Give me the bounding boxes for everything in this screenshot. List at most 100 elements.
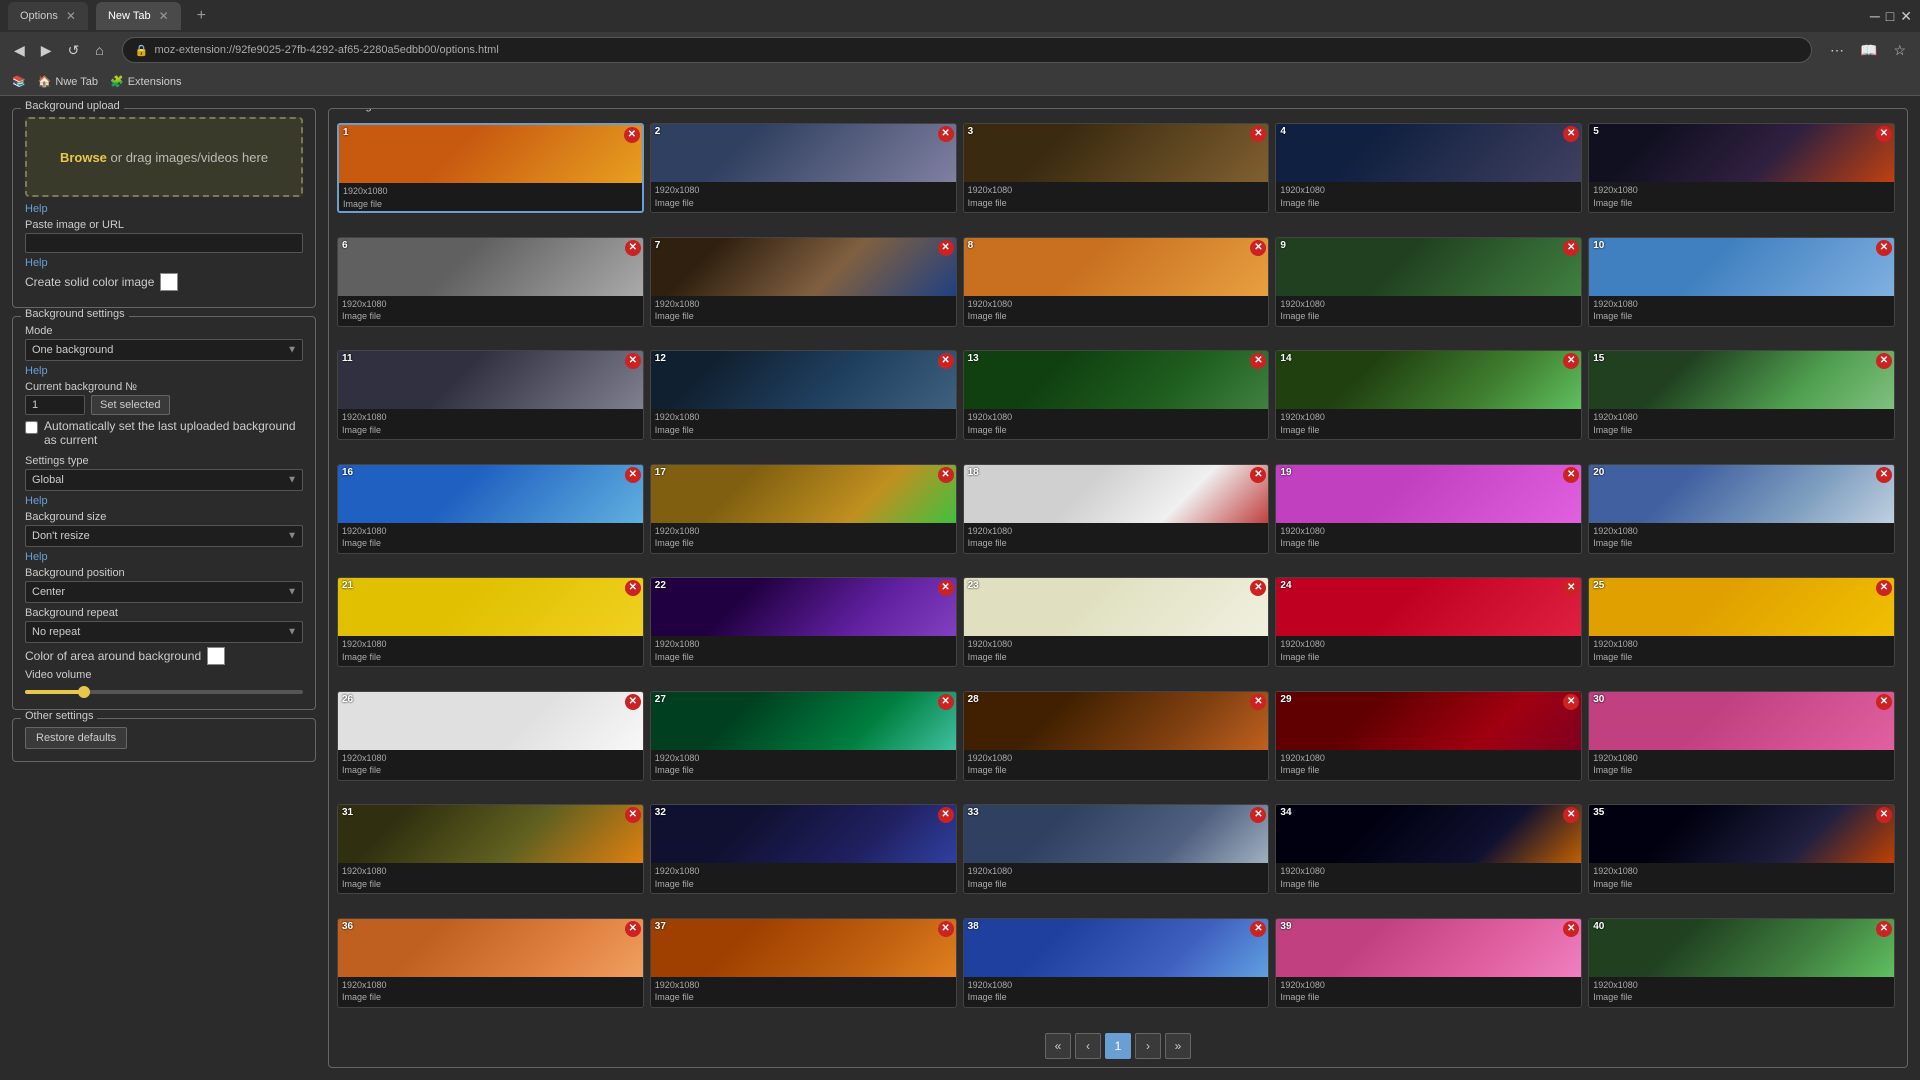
bg-thumb-close-21[interactable]: ✕ <box>625 580 641 596</box>
bg-thumb-close-2[interactable]: ✕ <box>938 126 954 142</box>
solid-color-swatch[interactable] <box>160 273 178 291</box>
bg-thumb-21[interactable]: 21 ✕ 1920x1080 Image file Move Preview <box>337 577 644 667</box>
bg-thumb-close-1[interactable]: ✕ <box>624 127 640 143</box>
upload-dropzone[interactable]: Browse or drag images/videos here <box>25 117 303 197</box>
bg-thumb-19[interactable]: 19 ✕ 1920x1080 Image file Move Preview <box>1275 464 1582 554</box>
bg-thumb-close-37[interactable]: ✕ <box>938 921 954 937</box>
bg-thumb-35[interactable]: 35 ✕ 1920x1080 Image file Move Preview <box>1588 804 1895 894</box>
bg-thumb-close-39[interactable]: ✕ <box>1563 921 1579 937</box>
tab-options[interactable]: Options ✕ <box>8 2 88 30</box>
bg-thumb-close-9[interactable]: ✕ <box>1563 240 1579 256</box>
mode-select[interactable]: One background Slideshow Random <box>25 339 303 361</box>
bg-thumb-9[interactable]: 9 ✕ 1920x1080 Image file Move Preview <box>1275 237 1582 327</box>
bg-thumb-close-5[interactable]: ✕ <box>1876 126 1892 142</box>
bg-thumb-close-28[interactable]: ✕ <box>1250 694 1266 710</box>
page-last-button[interactable]: » <box>1165 1033 1191 1059</box>
bg-thumb-close-20[interactable]: ✕ <box>1876 467 1892 483</box>
set-selected-button[interactable]: Set selected <box>91 395 170 415</box>
address-bar[interactable]: 🔒 moz-extension://92fe9025-27fb-4292-af6… <box>122 37 1812 63</box>
bg-repeat-select[interactable]: No repeat Repeat Repeat X Repeat Y <box>25 621 303 643</box>
page-first-button[interactable]: « <box>1045 1033 1071 1059</box>
bg-thumb-25[interactable]: 25 ✕ 1920x1080 Image file Move Preview <box>1588 577 1895 667</box>
bg-thumb-27[interactable]: 27 ✕ 1920x1080 Image file Move Preview <box>650 691 957 781</box>
browse-link[interactable]: Browse <box>60 150 107 165</box>
bg-thumb-15[interactable]: 15 ✕ 1920x1080 Image file Move Preview <box>1588 350 1895 440</box>
bg-thumb-1[interactable]: 1 ✕ 1920x1080 Image file Move Preview <box>337 123 644 213</box>
close-button[interactable]: ✕ <box>1900 8 1912 25</box>
bg-thumb-13[interactable]: 13 ✕ 1920x1080 Image file Move Preview <box>963 350 1270 440</box>
color-area-swatch[interactable] <box>207 647 225 665</box>
bookmark-button[interactable]: ☆ <box>1887 38 1912 63</box>
bg-thumb-close-7[interactable]: ✕ <box>938 240 954 256</box>
current-bg-input[interactable] <box>25 395 85 415</box>
bg-thumb-30[interactable]: 30 ✕ 1920x1080 Image file Move Preview <box>1588 691 1895 781</box>
page-next-button[interactable]: › <box>1135 1033 1161 1059</box>
bg-thumb-close-30[interactable]: ✕ <box>1876 694 1892 710</box>
bg-thumb-23[interactable]: 23 ✕ 1920x1080 Image file Move Preview <box>963 577 1270 667</box>
bg-thumb-close-19[interactable]: ✕ <box>1563 467 1579 483</box>
bg-thumb-close-17[interactable]: ✕ <box>938 467 954 483</box>
bg-thumb-12[interactable]: 12 ✕ 1920x1080 Image file Move Preview <box>650 350 957 440</box>
bg-thumb-close-27[interactable]: ✕ <box>938 694 954 710</box>
bg-thumb-5[interactable]: 5 ✕ 1920x1080 Image file Move Preview <box>1588 123 1895 213</box>
bookmark-extensions[interactable]: 🧩 Extensions <box>110 75 182 88</box>
bg-thumb-close-12[interactable]: ✕ <box>938 353 954 369</box>
bg-thumb-24[interactable]: 24 ✕ 1920x1080 Image file Move Preview <box>1275 577 1582 667</box>
bg-thumb-6[interactable]: 6 ✕ 1920x1080 Image file Move Preview <box>337 237 644 327</box>
reader-button[interactable]: 📖 <box>1854 38 1883 63</box>
tab-options-close[interactable]: ✕ <box>66 9 76 23</box>
video-volume-slider[interactable] <box>25 690 303 694</box>
reload-button[interactable]: ↺ <box>62 38 86 63</box>
bg-thumb-37[interactable]: 37 ✕ 1920x1080 Image file Move Preview <box>650 918 957 1008</box>
bg-thumb-close-25[interactable]: ✕ <box>1876 580 1892 596</box>
bg-thumb-close-29[interactable]: ✕ <box>1563 694 1579 710</box>
home-button[interactable]: ⌂ <box>89 38 109 62</box>
bg-thumb-2[interactable]: 2 ✕ 1920x1080 Image file Move Preview <box>650 123 957 213</box>
back-button[interactable]: ◀ <box>8 38 31 63</box>
bg-thumb-4[interactable]: 4 ✕ 1920x1080 Image file Move Preview <box>1275 123 1582 213</box>
settings-type-help-link[interactable]: Help <box>25 495 303 507</box>
bg-thumb-3[interactable]: 3 ✕ 1920x1080 Image file Move Preview <box>963 123 1270 213</box>
bg-thumb-10[interactable]: 10 ✕ 1920x1080 Image file Move Preview <box>1588 237 1895 327</box>
bg-thumb-17[interactable]: 17 ✕ 1920x1080 Image file Move Preview <box>650 464 957 554</box>
bg-thumb-close-8[interactable]: ✕ <box>1250 240 1266 256</box>
bg-thumb-close-40[interactable]: ✕ <box>1876 921 1892 937</box>
bg-thumb-29[interactable]: 29 ✕ 1920x1080 Image file Move Preview <box>1275 691 1582 781</box>
bg-thumb-38[interactable]: 38 ✕ 1920x1080 Image file Move Preview <box>963 918 1270 1008</box>
paste-input[interactable] <box>25 233 303 253</box>
paste-help-link[interactable]: Help <box>25 257 303 269</box>
page-prev-button[interactable]: ‹ <box>1075 1033 1101 1059</box>
bg-thumb-close-32[interactable]: ✕ <box>938 807 954 823</box>
bg-thumb-40[interactable]: 40 ✕ 1920x1080 Image file Move Preview <box>1588 918 1895 1008</box>
forward-button[interactable]: ▶ <box>35 38 58 63</box>
bg-thumb-22[interactable]: 22 ✕ 1920x1080 Image file Move Preview <box>650 577 957 667</box>
bg-size-help-link[interactable]: Help <box>25 551 303 563</box>
bg-thumb-26[interactable]: 26 ✕ 1920x1080 Image file Move Preview <box>337 691 644 781</box>
bg-thumb-34[interactable]: 34 ✕ 1920x1080 Image file Move Preview <box>1275 804 1582 894</box>
bg-thumb-close-31[interactable]: ✕ <box>625 807 641 823</box>
upload-help-link[interactable]: Help <box>25 203 303 215</box>
bg-thumb-16[interactable]: 16 ✕ 1920x1080 Image file Move Preview <box>337 464 644 554</box>
bg-thumb-11[interactable]: 11 ✕ 1920x1080 Image file Move Preview <box>337 350 644 440</box>
settings-help-link[interactable]: Help <box>25 365 303 377</box>
bg-thumb-close-36[interactable]: ✕ <box>625 921 641 937</box>
tab-newtab[interactable]: New Tab ✕ <box>96 2 181 30</box>
bg-thumb-14[interactable]: 14 ✕ 1920x1080 Image file Move Preview <box>1275 350 1582 440</box>
bg-thumb-36[interactable]: 36 ✕ 1920x1080 Image file Move Preview <box>337 918 644 1008</box>
bg-thumb-7[interactable]: 7 ✕ 1920x1080 Image file Move Preview <box>650 237 957 327</box>
bg-thumb-close-35[interactable]: ✕ <box>1876 807 1892 823</box>
bg-thumb-39[interactable]: 39 ✕ 1920x1080 Image file Move Preview <box>1275 918 1582 1008</box>
bg-thumb-close-16[interactable]: ✕ <box>625 467 641 483</box>
bg-thumb-close-15[interactable]: ✕ <box>1876 353 1892 369</box>
bg-thumb-close-22[interactable]: ✕ <box>938 580 954 596</box>
bg-thumb-18[interactable]: 18 ✕ 1920x1080 Image file Move Preview <box>963 464 1270 554</box>
bg-position-select[interactable]: Center Top Bottom <box>25 581 303 603</box>
bg-thumb-close-26[interactable]: ✕ <box>625 694 641 710</box>
settings-type-select[interactable]: Global Per page <box>25 469 303 491</box>
bg-size-select[interactable]: Don't resize Cover Contain <box>25 525 303 547</box>
bg-thumb-32[interactable]: 32 ✕ 1920x1080 Image file Move Preview <box>650 804 957 894</box>
bg-thumb-31[interactable]: 31 ✕ 1920x1080 Image file Move Preview <box>337 804 644 894</box>
bg-thumb-close-10[interactable]: ✕ <box>1876 240 1892 256</box>
bg-thumb-33[interactable]: 33 ✕ 1920x1080 Image file Move Preview <box>963 804 1270 894</box>
bg-thumb-20[interactable]: 20 ✕ 1920x1080 Image file Move Preview <box>1588 464 1895 554</box>
